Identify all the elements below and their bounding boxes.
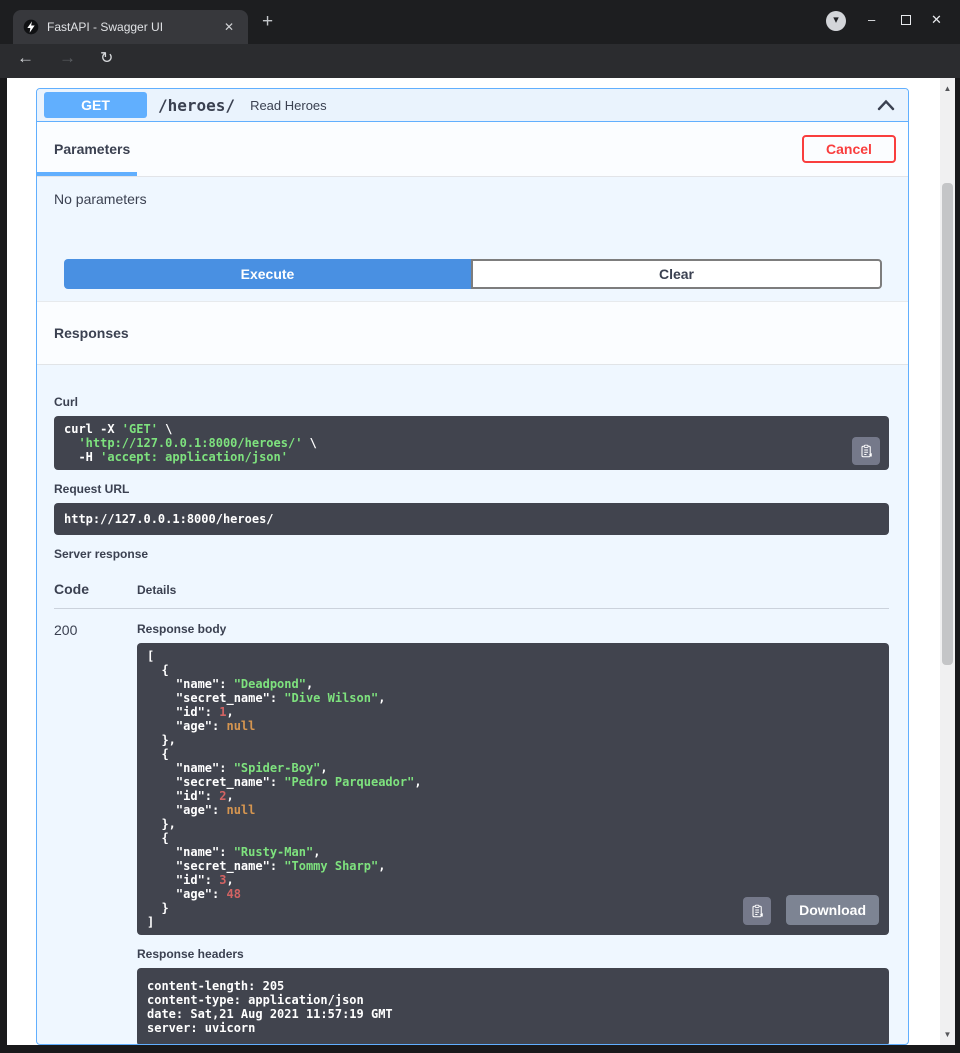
forward-icon[interactable]: → [59,48,76,68]
response-row-200: 200 Response body [ { "name": "Deadpond"… [54,622,889,1045]
scrollbar-thumb[interactable] [942,183,953,665]
browser-titlebar: FastAPI - Swagger UI ✕ + ▾ – ✕ [0,0,960,44]
copy-curl-button[interactable] [852,437,880,465]
request-url-block: http://127.0.0.1:8000/heroes/ [54,503,889,535]
chevron-up-icon [876,98,896,112]
collapse-button[interactable] [876,98,896,112]
response-table-header: Code Details [54,581,889,609]
operation-summary[interactable]: GET /heroes/ Read Heroes [37,89,908,122]
maximize-button[interactable] [901,15,911,25]
parameters-body: No parameters Execute Clear [37,177,908,301]
tab-parameters[interactable]: Parameters [54,141,130,157]
request-url-label: Request URL [54,482,889,496]
response-details: Response body [ { "name": "Deadpond", "s… [137,622,889,1045]
operation-panel-get-heroes: GET /heroes/ Read Heroes Parameters Canc… [36,88,909,1045]
operation-path: /heroes/ [158,96,235,115]
cancel-button[interactable]: Cancel [802,135,896,163]
request-url-value: http://127.0.0.1:8000/heroes/ [64,512,274,526]
clipboard-icon [750,904,765,919]
execute-row: Execute Clear [64,259,882,289]
responses-section-header: Responses [37,301,908,365]
response-body-controls: Download [743,895,879,925]
no-parameters-text: No parameters [54,191,908,207]
response-body-label: Response body [137,622,889,636]
reload-icon[interactable]: ↻ [100,48,113,68]
clipboard-icon [859,444,874,459]
minimize-button[interactable]: – [868,12,875,27]
operation-description: Read Heroes [250,98,327,113]
back-icon[interactable]: ← [17,48,34,68]
tab-title: FastAPI - Swagger UI [47,20,220,34]
copy-response-button[interactable] [743,897,771,925]
clear-button[interactable]: Clear [471,259,882,289]
parameters-tab-underline [37,172,137,176]
browser-toolbar: ← → ↻ ⓘ 127.0.0.1:8000/docs#/default/rea… [0,44,960,78]
tab-close-icon[interactable]: ✕ [220,18,238,36]
scroll-up-icon[interactable]: ▲ [940,84,955,93]
execute-button[interactable]: Execute [64,259,471,289]
new-tab-button[interactable]: + [262,10,273,34]
status-code: 200 [54,622,137,1045]
browser-tab[interactable]: FastAPI - Swagger UI ✕ [13,10,248,44]
window-close-button[interactable]: ✕ [931,12,942,28]
server-response-label: Server response [54,547,889,561]
response-body-block: [ { "name": "Deadpond", "secret_name": "… [137,643,889,935]
method-badge[interactable]: GET [44,92,147,118]
responses-body: Curl curl -X 'GET' \ 'http://127.0.0.1:8… [37,365,908,1045]
parameters-section-header: Parameters Cancel [37,122,908,177]
code-column-header: Code [54,581,137,597]
curl-label: Curl [54,395,889,409]
response-headers-block: content-length: 205content-type: applica… [137,968,889,1045]
downloads-button[interactable]: ▾ [826,11,846,31]
swagger-page: GET /heroes/ Read Heroes Parameters Canc… [7,78,940,1045]
responses-title: Responses [54,325,129,341]
scroll-down-icon[interactable]: ▼ [940,1030,955,1039]
download-button[interactable]: Download [786,895,879,925]
page-scrollbar[interactable]: ▲ ▼ [940,78,955,1045]
curl-command-block: curl -X 'GET' \ 'http://127.0.0.1:8000/h… [54,416,889,470]
fastapi-favicon-icon [23,19,39,35]
response-headers-label: Response headers [137,947,889,961]
details-column-header: Details [137,583,176,597]
